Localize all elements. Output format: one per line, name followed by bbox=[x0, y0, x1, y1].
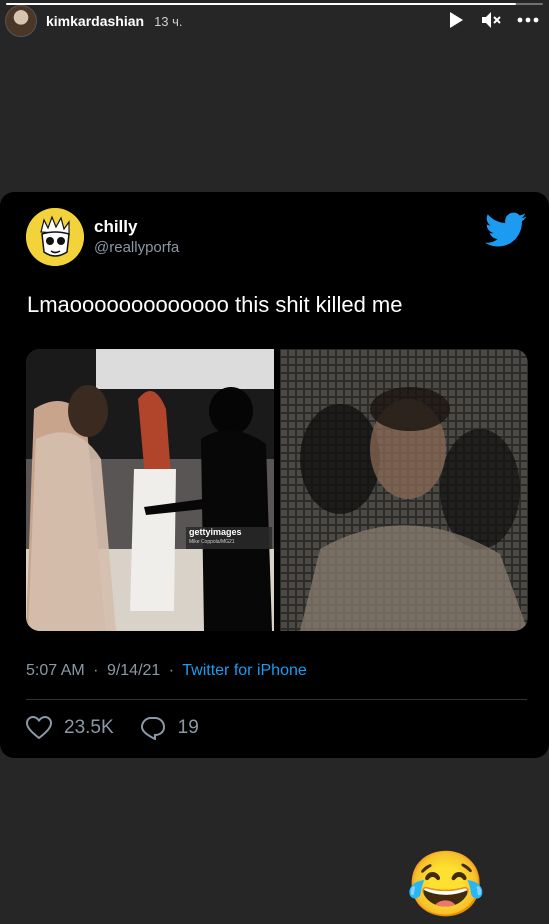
heart-icon bbox=[26, 716, 52, 740]
tweet-handle[interactable]: @reallyporfa bbox=[94, 239, 179, 256]
play-icon[interactable] bbox=[445, 9, 467, 31]
photo-red-carpet[interactable]: gettyimages Mike Coppola/MG21 bbox=[26, 349, 275, 631]
reply-count: 19 bbox=[177, 717, 199, 738]
tweet-media[interactable]: gettyimages Mike Coppola/MG21 bbox=[26, 349, 528, 631]
more-icon[interactable] bbox=[517, 9, 539, 31]
like-count: 23.5K bbox=[64, 717, 114, 738]
story-controls bbox=[445, 9, 539, 31]
story-header: kimkardashian 13 ч. bbox=[0, 5, 549, 37]
tweet-time: 5:07 AM bbox=[26, 662, 85, 679]
reply-bubble-icon bbox=[140, 717, 165, 740]
tweet-date: 9/14/21 bbox=[106, 662, 161, 679]
getty-watermark-brand: gettyimages bbox=[189, 527, 242, 537]
username[interactable]: kimkardashian bbox=[46, 13, 144, 29]
laughing-emoji-sticker[interactable]: 😂 bbox=[406, 852, 486, 916]
getty-watermark-credit: Mike Coppola/MG21 bbox=[189, 539, 235, 545]
meta-separator: · bbox=[93, 662, 99, 679]
photo-mosaic[interactable] bbox=[279, 349, 529, 631]
story-time: 13 ч. bbox=[154, 13, 183, 29]
meta-separator: · bbox=[168, 662, 175, 679]
tweet-source-link[interactable]: Twitter for iPhone bbox=[182, 662, 307, 679]
story-progress-fill bbox=[6, 3, 517, 5]
tweet-text: Lmaooooooooooooo this shit killed me bbox=[27, 292, 403, 317]
tweet-meta: 5:07 AM · 9/14/21 · Twitter for iPhone bbox=[26, 662, 307, 680]
tweet-stats: 23.5K 19 bbox=[26, 716, 225, 740]
tweet-display-name[interactable]: chilly bbox=[94, 217, 137, 237]
story-progress-bar bbox=[6, 3, 543, 5]
like-button[interactable]: 23.5K bbox=[26, 716, 114, 740]
divider bbox=[26, 699, 527, 700]
avatar[interactable] bbox=[5, 5, 37, 37]
tweet-card[interactable]: chilly @reallyporfa Lmaooooooooooooo thi… bbox=[0, 192, 549, 758]
tweet-avatar[interactable] bbox=[26, 208, 84, 266]
twitter-bird-icon bbox=[485, 212, 527, 253]
mute-icon[interactable] bbox=[481, 9, 503, 31]
reply-button[interactable]: 19 bbox=[140, 716, 199, 740]
